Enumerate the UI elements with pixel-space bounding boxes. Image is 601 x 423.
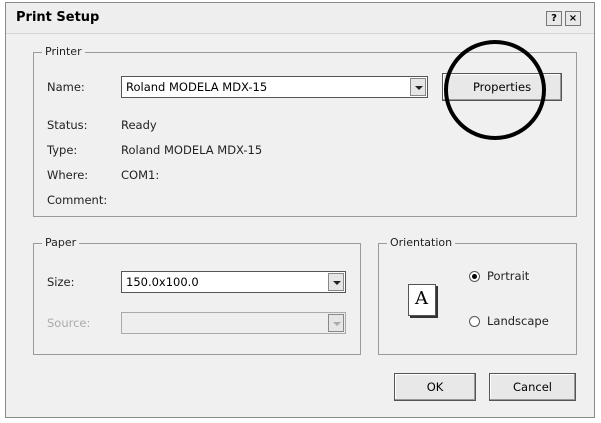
title-bar: Print Setup ? × (6, 3, 594, 34)
chevron-down-icon[interactable] (328, 273, 344, 291)
status-label: Status: (47, 118, 88, 132)
printer-name-value: Roland MODELA MDX-15 (126, 80, 268, 94)
type-label: Type: (47, 143, 78, 157)
paper-size-select[interactable]: 150.0x100.0 (121, 271, 346, 293)
dialog-title: Print Setup (16, 10, 100, 25)
where-value: COM1: (121, 168, 160, 182)
comment-label: Comment: (47, 193, 108, 207)
cancel-button[interactable]: Cancel (489, 373, 576, 401)
close-button[interactable]: × (565, 11, 581, 26)
size-label: Size: (47, 275, 75, 289)
portrait-radio[interactable] (469, 271, 480, 282)
ok-button[interactable]: OK (394, 373, 476, 401)
name-label: Name: (47, 80, 85, 94)
portrait-label[interactable]: Portrait (487, 269, 529, 283)
orientation-group-label: Orientation (387, 236, 456, 249)
source-label: Source: (47, 316, 91, 330)
page-icon-letter: A (415, 288, 428, 309)
landscape-radio[interactable] (469, 316, 480, 327)
printer-group-label: Printer (42, 45, 85, 58)
paper-source-select[interactable] (121, 312, 346, 334)
status-value: Ready (121, 118, 157, 132)
portrait-page-icon: A (408, 284, 436, 316)
paper-group: Paper (33, 236, 361, 355)
highlight-circle (444, 40, 546, 140)
printer-name-select[interactable]: Roland MODELA MDX-15 (121, 76, 428, 98)
type-value: Roland MODELA MDX-15 (121, 143, 263, 157)
paper-size-value: 150.0x100.0 (126, 275, 199, 289)
help-button[interactable]: ? (546, 11, 562, 26)
chevron-down-icon[interactable] (410, 78, 426, 96)
where-label: Where: (47, 168, 89, 182)
chevron-down-icon (328, 314, 344, 332)
paper-group-label: Paper (42, 236, 80, 249)
landscape-label[interactable]: Landscape (487, 314, 549, 328)
